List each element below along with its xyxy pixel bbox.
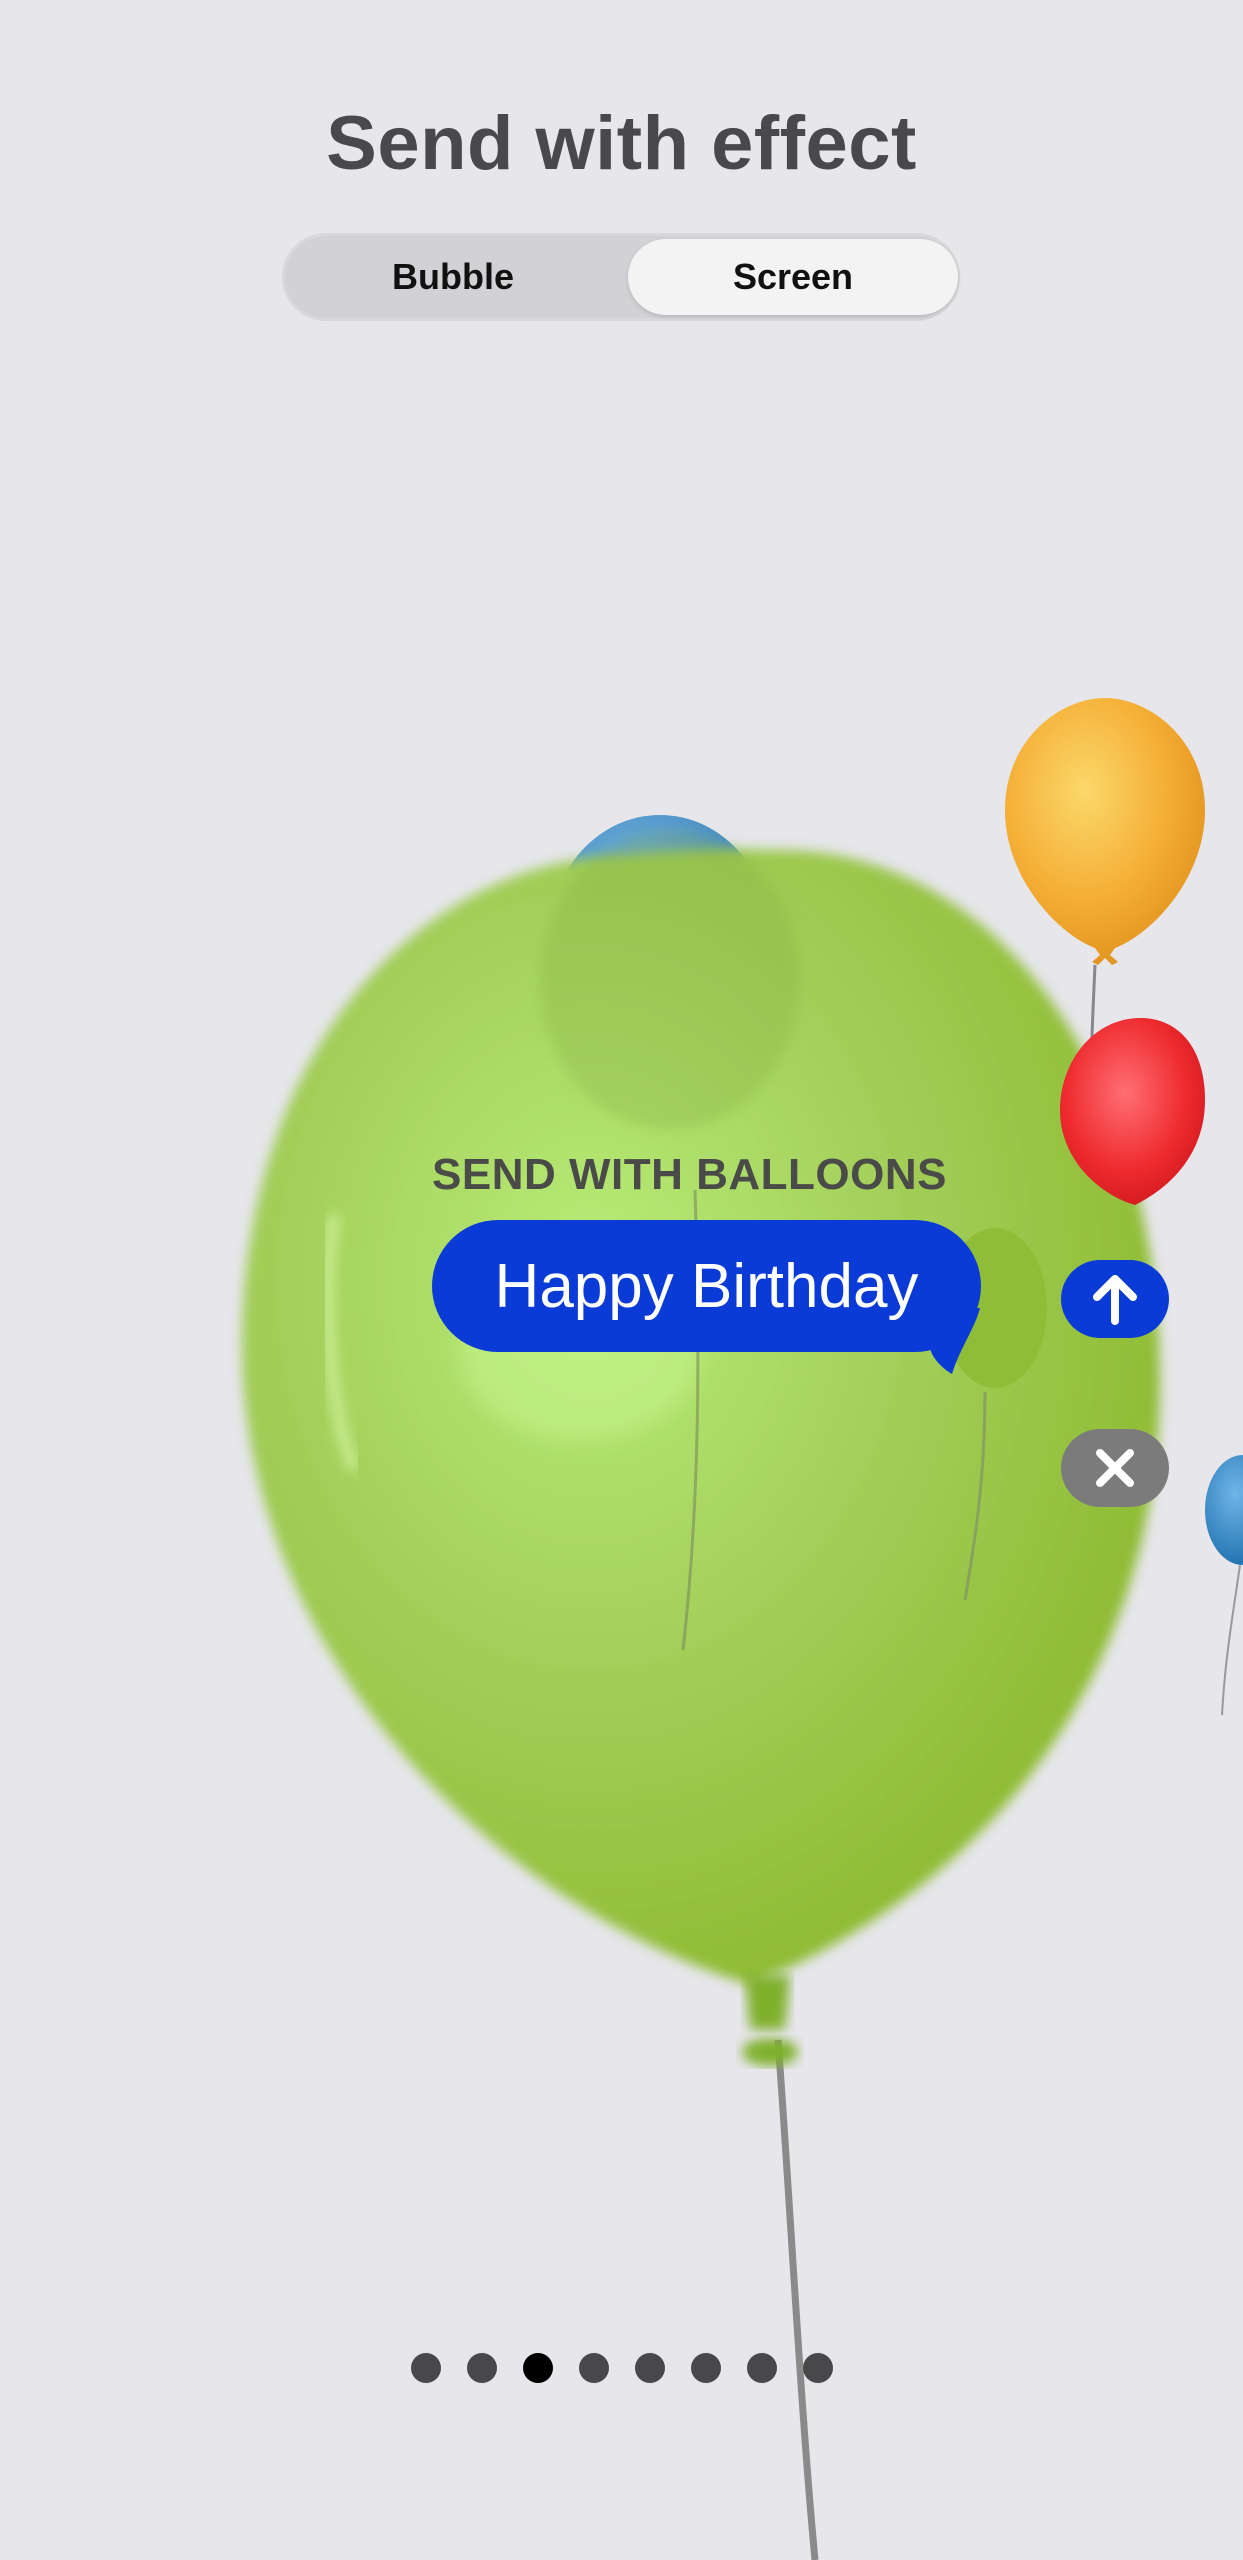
page-dot[interactable] (466, 2353, 497, 2383)
arrow-up-icon (1093, 1275, 1137, 1325)
green-balloon-string (774, 2039, 819, 2560)
page-title: Send with effect (326, 101, 917, 186)
cancel-button[interactable] (1061, 1429, 1169, 1507)
page-indicator (0, 2353, 1243, 2383)
segment-screen[interactable]: Screen (628, 239, 958, 315)
effect-type-segmented-control: Bubble Screen (282, 233, 960, 321)
page-dot[interactable] (634, 2353, 665, 2383)
page-dot[interactable] (690, 2353, 721, 2383)
segment-bubble[interactable]: Bubble (288, 239, 618, 315)
page-dot[interactable] (578, 2353, 609, 2383)
message-bubble: Happy Birthday (432, 1220, 981, 1352)
bubble-tail (930, 1308, 980, 1374)
blue-balloon-right (1205, 1455, 1243, 1716)
page-dot-active[interactable] (522, 2353, 553, 2383)
close-icon (1096, 1449, 1134, 1487)
page-dot[interactable] (802, 2353, 833, 2383)
effect-name-label: SEND WITH BALLOONS (432, 1150, 947, 1199)
send-with-effect-screen: Send with effect Bubble Screen SEND WITH… (0, 0, 1243, 2560)
message-text: Happy Birthday (494, 1251, 919, 1321)
send-button[interactable] (1061, 1260, 1169, 1338)
page-dot[interactable] (746, 2353, 777, 2383)
page-dot[interactable] (410, 2353, 441, 2383)
